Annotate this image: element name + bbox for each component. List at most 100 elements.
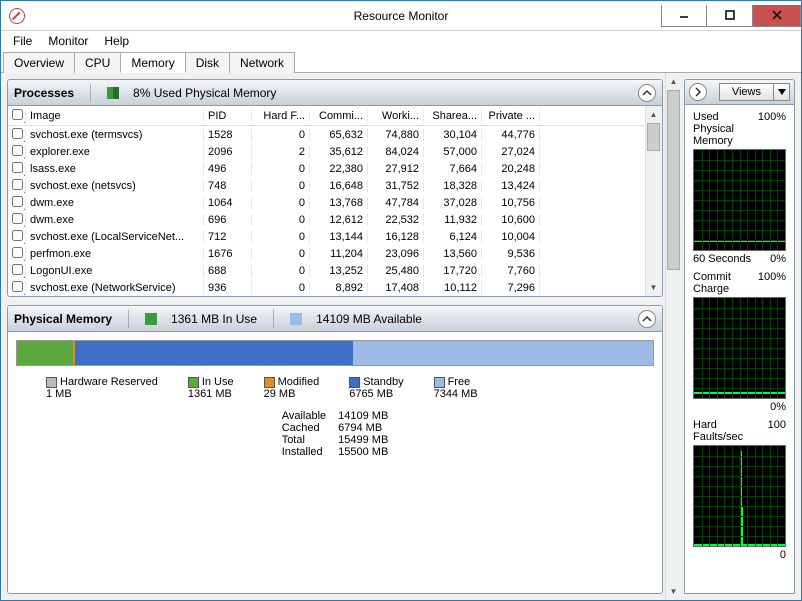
cell-image: lsass.exe [26,163,204,175]
usage-indicator-icon [107,87,119,99]
cell-pid: 1676 [204,248,252,260]
cell-working: 17,408 [368,282,424,294]
scroll-up-icon[interactable]: ▲ [666,73,681,90]
cell-private: 9,536 [482,248,540,260]
physmem-header[interactable]: Physical Memory 1361 MB In Use 14109 MB … [8,306,662,332]
cell-working: 31,752 [368,180,424,192]
minimize-button[interactable] [661,5,707,27]
charts-area: Used Physical Memory100% 60 Seconds0% Co… [684,105,795,594]
row-checkbox[interactable] [12,281,23,292]
menu-help[interactable]: Help [96,32,137,50]
col-commit[interactable]: Commi... [310,110,368,122]
bar-standby [75,341,352,365]
scroll-thumb[interactable] [667,90,680,270]
row-checkbox[interactable] [12,162,23,173]
row-checkbox[interactable] [12,247,23,258]
cell-shareable: 18,328 [424,180,482,192]
cell-commit: 13,144 [310,231,368,243]
cell-working: 23,096 [368,248,424,260]
scroll-up-icon[interactable]: ▲ [646,106,661,123]
cell-private: 7,760 [482,265,540,277]
tab-disk[interactable]: Disk [185,52,230,73]
cell-working: 22,532 [368,214,424,226]
cell-hardfaults: 0 [252,163,310,175]
triangle-down-icon [778,88,786,96]
row-checkbox[interactable] [12,145,23,156]
processes-summary: 8% Used Physical Memory [133,86,276,100]
tab-memory[interactable]: Memory [120,52,185,73]
chart-used-title: Used Physical Memory [693,111,758,147]
tab-cpu[interactable]: CPU [74,52,121,73]
table-row[interactable]: LogonUI.exe688013,25225,48017,7207,760 [8,262,645,279]
physmem-inuse: 1361 MB In Use [171,312,257,326]
stat-total-val: 15499 MB [338,434,388,446]
table-row[interactable]: svchost.exe (netsvcs)748016,64831,75218,… [8,177,645,194]
col-image[interactable]: Image [26,110,204,122]
scroll-down-icon[interactable]: ▼ [666,583,681,600]
close-button[interactable] [753,5,801,27]
cell-image: LogonUI.exe [26,265,204,277]
views-button[interactable]: Views [719,83,774,101]
row-checkbox[interactable] [12,196,23,207]
left-pane-scrollbar[interactable]: ▲ ▼ [665,73,682,600]
chart-used-max: 100% [758,111,786,147]
col-hardfaults[interactable]: Hard F... [252,110,310,122]
cell-pid: 748 [204,180,252,192]
chart-used-xlabel: 60 Seconds [693,253,751,265]
chart-hard-min: 0 [780,549,786,561]
cell-pid: 1064 [204,197,252,209]
views-dropdown-button[interactable] [774,83,790,101]
row-checkbox[interactable] [12,179,23,190]
titlebar[interactable]: Resource Monitor [1,1,801,31]
col-working[interactable]: Worki... [368,110,424,122]
swatch-inuse-icon [188,377,199,388]
menu-file[interactable]: File [5,32,40,50]
table-row[interactable]: svchost.exe (LocalServiceNet...712013,14… [8,228,645,245]
table-row[interactable]: svchost.exe (NetworkService)93608,89217,… [8,279,645,296]
row-checkbox[interactable] [12,128,23,139]
stat-available-val: 14109 MB [338,410,388,422]
table-row[interactable]: dwm.exe696012,61222,53211,93210,600 [8,211,645,228]
col-shareable[interactable]: Sharea... [424,110,482,122]
cell-working: 74,880 [368,129,424,141]
row-checkbox[interactable] [12,264,23,275]
tab-network[interactable]: Network [229,52,295,73]
cell-working: 16,128 [368,231,424,243]
cell-shareable: 37,028 [424,197,482,209]
chevron-up-icon [642,314,652,324]
cell-working: 84,024 [368,146,424,158]
table-row[interactable]: explorer.exe2096235,61284,02457,00027,02… [8,143,645,160]
table-row[interactable]: svchost.exe (termsvcs)1528065,63274,8803… [8,126,645,143]
row-checkbox[interactable] [12,230,23,241]
select-all-checkbox[interactable] [12,109,23,120]
cell-pid: 2096 [204,146,252,158]
collapse-physmem-button[interactable] [638,310,656,328]
table-row[interactable]: dwm.exe1064013,76847,78437,02810,756 [8,194,645,211]
processes-header[interactable]: Processes 8% Used Physical Memory [8,80,662,106]
row-checkbox[interactable] [12,213,23,224]
scroll-down-icon[interactable]: ▼ [646,279,661,296]
col-private[interactable]: Private ... [482,110,540,122]
stat-installed-label: Installed [282,446,326,458]
table-row[interactable]: perfmon.exe1676011,20423,09613,5609,536 [8,245,645,262]
chart-hard-title: Hard Faults/sec [693,419,768,443]
cell-commit: 22,380 [310,163,368,175]
col-pid[interactable]: PID [204,110,252,122]
maximize-button[interactable] [707,5,753,27]
collapse-processes-button[interactable] [638,84,656,102]
table-scrollbar[interactable]: ▲ ▼ [645,106,662,296]
tab-overview[interactable]: Overview [3,52,75,73]
cell-image: perfmon.exe [26,248,204,260]
avail-indicator-icon [290,313,302,325]
scroll-thumb[interactable] [647,123,660,151]
collapse-charts-button[interactable] [689,83,707,101]
legend-inuse-val: 1361 MB [188,388,234,400]
table-row[interactable]: lsass.exe496022,38027,9127,66420,248 [8,160,645,177]
menu-monitor[interactable]: Monitor [40,32,96,50]
cell-pid: 712 [204,231,252,243]
cell-commit: 12,612 [310,214,368,226]
cell-private: 13,424 [482,180,540,192]
cell-private: 27,024 [482,146,540,158]
stat-available-label: Available [282,410,326,422]
tabs: Overview CPU Memory Disk Network [1,51,801,73]
